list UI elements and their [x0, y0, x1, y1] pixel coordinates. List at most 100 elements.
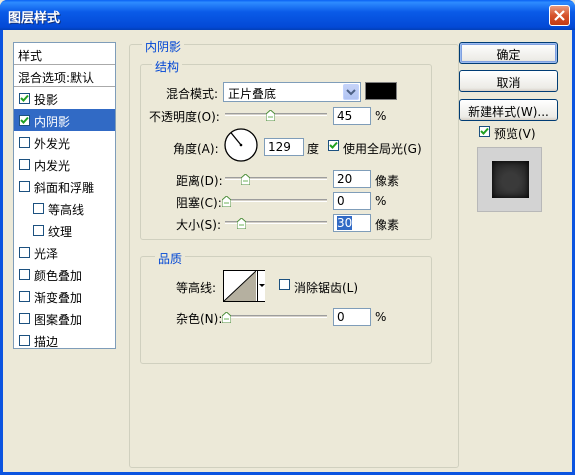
choke-input[interactable]: 0 [333, 192, 371, 210]
layer-style-dialog: 图层样式 样式 混合选项:默认 投影 内阴影 外发光 内发光 斜面和浮雕 等高线 纹理 光泽颜… [0, 0, 575, 475]
style-list-header[interactable]: 样式 [14, 43, 115, 65]
contour-label: 等高线: [176, 281, 217, 295]
size-slider-thumb[interactable] [237, 218, 246, 229]
ok-button[interactable]: 确定 [459, 42, 558, 64]
style-checkbox[interactable] [19, 291, 30, 302]
style-checkbox[interactable] [19, 159, 30, 170]
new-style-button[interactable]: 新建样式(W)... [459, 99, 558, 121]
preview-checkbox[interactable] [479, 126, 490, 137]
style-item[interactable]: 外发光 [14, 131, 115, 153]
blend-mode-label: 混合模式: [166, 87, 219, 101]
style-item[interactable]: 纹理 [14, 219, 115, 241]
preview-swatch [492, 161, 529, 198]
close-icon [554, 10, 565, 21]
style-item[interactable]: 颜色叠加 [14, 263, 115, 285]
style-item[interactable]: 投影 [14, 87, 115, 109]
style-checkbox[interactable] [19, 93, 30, 104]
antialias-label[interactable]: 消除锯齿(L) [294, 279, 358, 296]
blending-options-item[interactable]: 混合选项:默认 [14, 65, 115, 87]
checkmark-icon [329, 141, 338, 149]
distance-input[interactable]: 20 [333, 170, 371, 188]
choke-slider-thumb[interactable] [222, 196, 231, 207]
style-item[interactable]: 光泽 [14, 241, 115, 263]
style-item-label: 渐变叠加 [34, 291, 83, 305]
style-item-label: 斜面和浮雕 [34, 181, 95, 195]
noise-unit: % [375, 310, 387, 324]
size-input[interactable]: 30 [333, 214, 371, 232]
style-item[interactable]: 描边 [14, 329, 115, 351]
style-item[interactable]: 斜面和浮雕 [14, 175, 115, 197]
size-label: 大小(S): [176, 218, 222, 232]
style-checkbox[interactable] [19, 313, 30, 324]
angle-dial[interactable] [223, 127, 259, 163]
style-checkbox[interactable] [33, 203, 44, 214]
global-light-checkbox[interactable] [328, 140, 339, 151]
shadow-color-swatch[interactable] [365, 82, 397, 100]
angle-label: 角度(A): [173, 142, 219, 156]
noise-slider[interactable] [225, 315, 327, 318]
title-bar[interactable]: 图层样式 [0, 0, 575, 30]
style-item[interactable]: 图案叠加 [14, 307, 115, 329]
style-item-label: 投影 [34, 93, 59, 107]
style-item[interactable]: 内发光 [14, 153, 115, 175]
style-item[interactable]: 渐变叠加 [14, 285, 115, 307]
distance-unit: 像素 [375, 174, 400, 188]
window-title: 图层样式 [8, 11, 61, 26]
style-checkbox[interactable] [19, 335, 30, 346]
noise-slider-thumb[interactable] [222, 312, 231, 323]
choke-label: 阻塞(C): [176, 196, 222, 210]
contour-dropdown-button[interactable] [257, 271, 265, 301]
choke-unit: % [375, 194, 387, 208]
blend-mode-value: 正片叠底 [228, 87, 277, 101]
structure-group-title: 结构 [152, 58, 183, 75]
noise-input[interactable]: 0 [333, 308, 371, 326]
noise-label: 杂色(N): [176, 312, 223, 326]
style-item-label: 纹理 [48, 225, 73, 239]
choke-slider[interactable] [225, 199, 327, 202]
checkmark-icon [480, 127, 489, 135]
opacity-input[interactable]: 45 [333, 107, 371, 125]
contour-curve-icon [224, 271, 256, 301]
chevron-down-icon [259, 284, 265, 287]
checkmark-icon [20, 116, 29, 124]
cancel-button[interactable]: 取消 [459, 70, 558, 92]
blend-mode-select[interactable]: 正片叠底 [223, 82, 361, 102]
style-item[interactable]: 内阴影 [14, 109, 115, 131]
opacity-label: 不透明度(O): [149, 110, 220, 124]
style-checkbox[interactable] [19, 137, 30, 148]
antialias-checkbox[interactable] [279, 279, 290, 290]
style-item-label: 内发光 [34, 159, 71, 173]
global-light-label[interactable]: 使用全局光(G) [343, 140, 422, 157]
dialog-body: 样式 混合选项:默认 投影 内阴影 外发光 内发光 斜面和浮雕 等高线 纹理 光泽 颜色叠加 渐变… [3, 30, 572, 472]
style-item-label: 内阴影 [34, 115, 71, 129]
style-checkbox[interactable] [19, 247, 30, 258]
contour-picker[interactable] [223, 270, 265, 302]
opacity-unit: % [375, 109, 387, 123]
style-item[interactable]: 等高线 [14, 197, 115, 219]
style-item-label: 图案叠加 [34, 313, 83, 327]
close-button[interactable] [549, 5, 570, 26]
style-item-label: 描边 [34, 335, 59, 349]
size-unit: 像素 [375, 218, 400, 232]
style-item-label: 颜色叠加 [34, 269, 83, 283]
distance-slider-thumb[interactable] [241, 174, 250, 185]
style-preview [477, 147, 542, 212]
style-checkbox[interactable] [19, 115, 30, 126]
style-item-label: 外发光 [34, 137, 71, 151]
angle-unit: 度 [307, 142, 320, 156]
opacity-slider-thumb[interactable] [266, 110, 275, 121]
inner-shadow-group-title: 内阴影 [142, 38, 185, 55]
style-checkbox[interactable] [19, 269, 30, 280]
distance-label: 距离(D): [176, 174, 223, 188]
style-list: 样式 混合选项:默认 投影内阴影外发光内发光斜面和浮雕等高线纹理光泽颜色叠加渐变… [13, 42, 116, 349]
chevron-down-icon[interactable] [343, 84, 359, 100]
checkmark-icon [20, 94, 29, 102]
angle-input[interactable]: 129 [264, 138, 304, 156]
preview-label[interactable]: 预览(V) [494, 125, 536, 142]
style-checkbox[interactable] [33, 225, 44, 236]
style-checkbox[interactable] [19, 181, 30, 192]
opacity-slider[interactable] [225, 113, 327, 116]
style-item-label: 光泽 [34, 247, 59, 261]
quality-group-title: 品质 [155, 250, 186, 267]
style-item-label: 等高线 [48, 203, 85, 217]
